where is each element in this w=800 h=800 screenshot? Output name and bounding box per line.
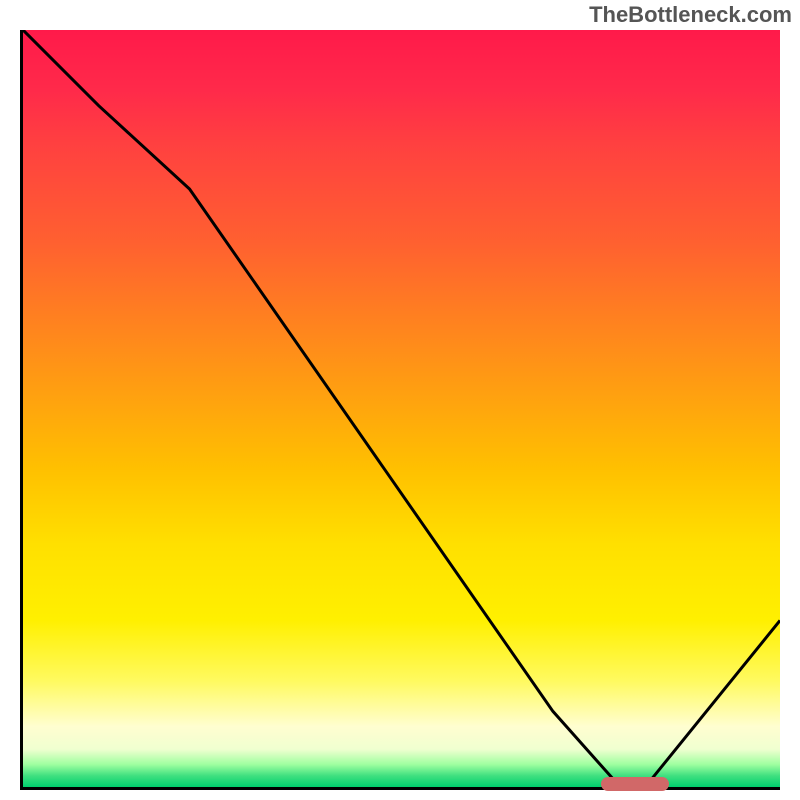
chart-container: TheBottleneck.com (0, 0, 800, 800)
watermark-text: TheBottleneck.com (589, 2, 792, 28)
plot-area (20, 30, 780, 790)
optimum-marker (601, 777, 669, 791)
bottleneck-curve (23, 30, 780, 787)
